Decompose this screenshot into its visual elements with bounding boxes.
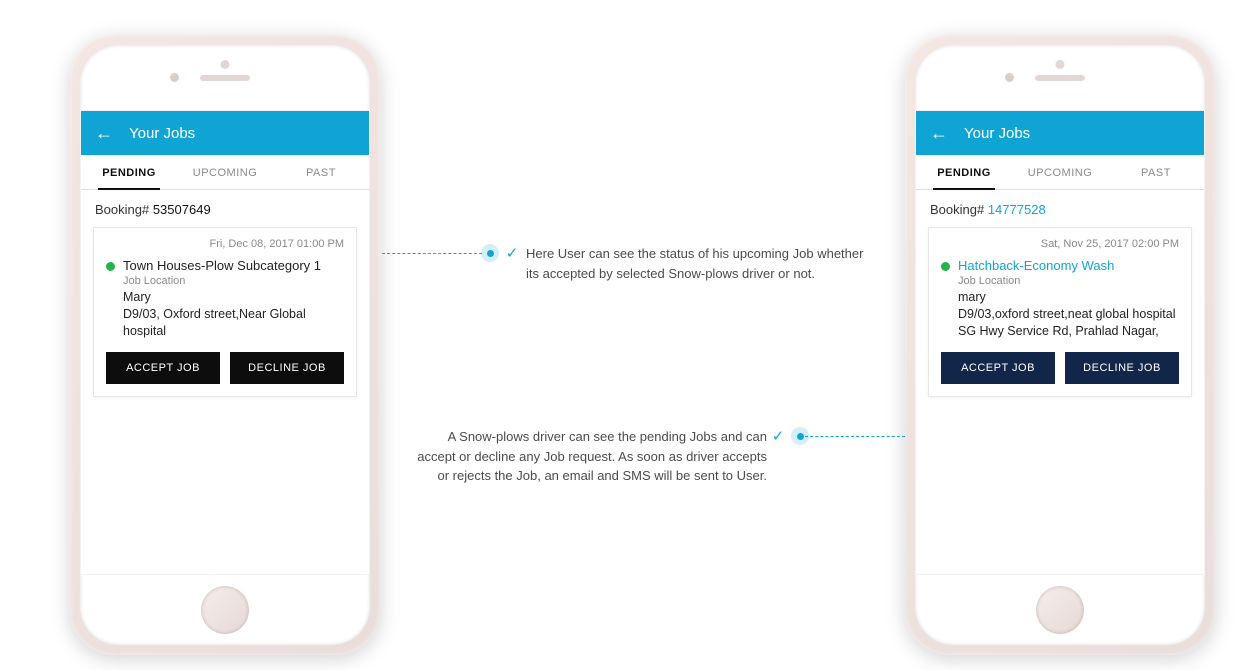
tab-past[interactable]: PAST [273, 155, 369, 189]
job-customer: mary [958, 289, 1179, 306]
app-screen-right: ← Your Jobs PENDING UPCOMING PAST Bookin… [915, 110, 1205, 575]
tabs-bar: PENDING UPCOMING PAST [81, 155, 369, 190]
tab-pending[interactable]: PENDING [81, 155, 177, 189]
decline-job-button[interactable]: DECLINE JOB [230, 352, 344, 384]
job-address: D9/03,oxford street,neat global hospital… [958, 306, 1179, 340]
job-location-label: Job Location [123, 275, 344, 287]
tab-pending[interactable]: PENDING [916, 155, 1012, 189]
accept-job-button[interactable]: ACCEPT JOB [941, 352, 1055, 384]
tabs-bar: PENDING UPCOMING PAST [916, 155, 1204, 190]
job-service-title: Town Houses-Plow Subcategory 1 [123, 258, 344, 273]
job-date: Fri, Dec 08, 2017 01:00 PM [106, 238, 344, 250]
header-title: Your Jobs [964, 125, 1030, 142]
annotation-text: A Snow-plows driver can see the pending … [412, 427, 767, 486]
tab-past[interactable]: PAST [1108, 155, 1204, 189]
app-screen-left: ← Your Jobs PENDING UPCOMING PAST Bookin… [80, 110, 370, 575]
tab-upcoming[interactable]: UPCOMING [177, 155, 273, 189]
job-card: Sat, Nov 25, 2017 02:00 PM Hatchback-Eco… [928, 227, 1192, 397]
annotation-bullet-icon [481, 244, 499, 262]
booking-prefix: Booking# [95, 202, 153, 217]
accept-job-button[interactable]: ACCEPT JOB [106, 352, 220, 384]
job-date: Sat, Nov 25, 2017 02:00 PM [941, 238, 1179, 250]
annotation-bullet-icon [791, 427, 809, 445]
status-dot-icon [941, 262, 950, 271]
job-card: Fri, Dec 08, 2017 01:00 PM Town Houses-P… [93, 227, 357, 397]
check-icon: ✓ [506, 244, 519, 262]
check-icon: ✓ [772, 427, 785, 445]
annotation-line [382, 253, 482, 254]
back-arrow-icon[interactable]: ← [930, 124, 948, 142]
tab-upcoming[interactable]: UPCOMING [1012, 155, 1108, 189]
app-header: ← Your Jobs [81, 111, 369, 155]
booking-line: Booking# 14777528 [916, 190, 1204, 223]
home-button-icon[interactable] [201, 586, 249, 634]
header-title: Your Jobs [129, 125, 195, 142]
annotation-text: Here User can see the status of his upco… [526, 244, 876, 283]
job-customer: Mary [123, 289, 344, 306]
status-dot-icon [106, 262, 115, 271]
job-location-label: Job Location [958, 275, 1179, 287]
decline-job-button[interactable]: DECLINE JOB [1065, 352, 1179, 384]
booking-prefix: Booking# [930, 202, 988, 217]
app-header: ← Your Jobs [916, 111, 1204, 155]
booking-line: Booking# 53507649 [81, 190, 369, 223]
booking-id: 53507649 [153, 202, 211, 217]
job-address: D9/03, Oxford street,Near Global hospita… [123, 306, 344, 340]
annotation-line [805, 436, 905, 437]
booking-id: 14777528 [988, 202, 1046, 217]
home-button-icon[interactable] [1036, 586, 1084, 634]
back-arrow-icon[interactable]: ← [95, 124, 113, 142]
job-service-title: Hatchback-Economy Wash [958, 258, 1179, 273]
